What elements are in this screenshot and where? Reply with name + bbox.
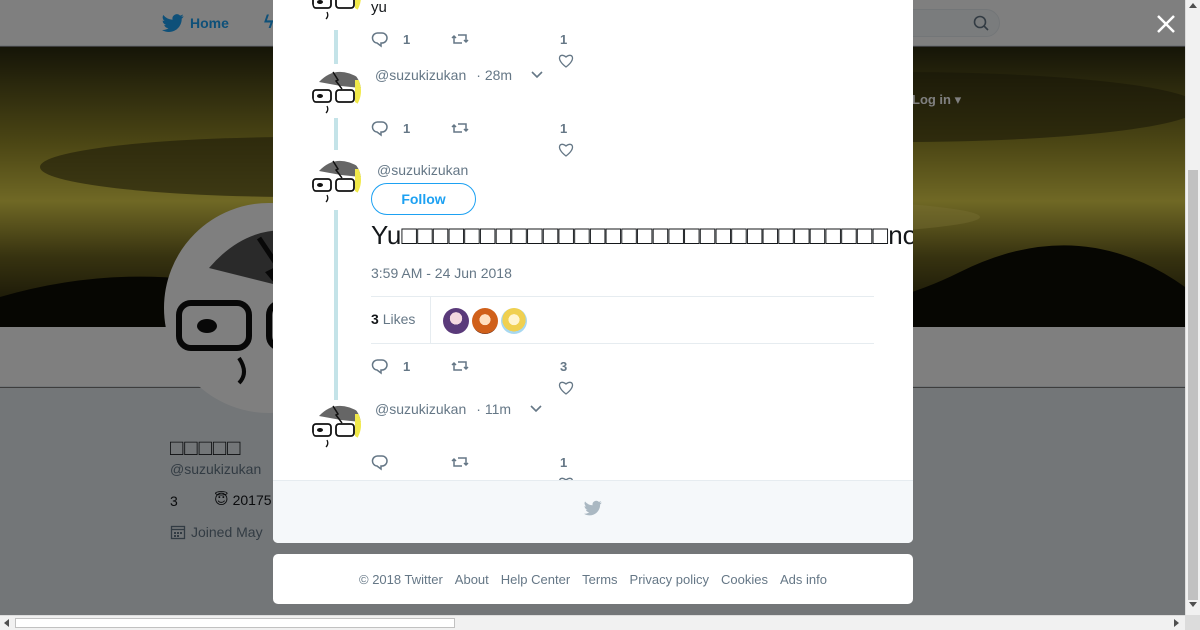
scrollbar-corner	[1185, 615, 1200, 630]
tweet-handle[interactable]: @suzukizukan	[375, 401, 466, 417]
retweet-icon	[451, 123, 469, 133]
liker-avatar[interactable]	[501, 308, 527, 334]
tweet-handle[interactable]: @suzukizukan	[377, 162, 468, 178]
reply-button[interactable]: 1	[371, 119, 410, 137]
tweet-time[interactable]: · 28m	[476, 67, 512, 83]
tweet-actions: 1	[371, 453, 591, 491]
tweet-handle[interactable]: @suzukizukan	[375, 67, 466, 83]
footer-link-privacy[interactable]: Privacy policy	[630, 572, 709, 587]
horizontal-scrollbar[interactable]	[0, 615, 1185, 630]
tweet-actions: 1 3	[371, 357, 591, 395]
tweet-actions: 1 1	[371, 30, 591, 68]
scrollbar-thumb[interactable]	[1188, 170, 1198, 600]
scroll-right-icon[interactable]	[1174, 619, 1179, 627]
vertical-scrollbar[interactable]	[1185, 0, 1200, 615]
tweet-thread-modal: yu 1 1 @suzukizukan · 28m 1 1 @suzukizuk…	[273, 0, 913, 543]
tweet-text: Yu□□□□□□□□□□□□□□□□□□□□□□□□□□□□□□□note□□□…	[371, 220, 913, 250]
tweet-header: @suzukizukan	[377, 162, 468, 178]
like-count[interactable]: 1	[560, 121, 567, 136]
retweet-button[interactable]	[451, 30, 469, 48]
modal-footer	[273, 480, 913, 543]
retweet-button[interactable]	[451, 453, 469, 471]
tweet-time[interactable]: · 11m	[476, 401, 511, 417]
retweet-icon	[451, 457, 469, 467]
site-footer: © 2018 Twitter About Help Center Terms P…	[273, 554, 913, 604]
tweet-header: @suzukizukan · 28m	[375, 67, 544, 83]
heart-icon[interactable]	[558, 54, 574, 68]
reply-icon	[371, 359, 388, 375]
follow-button[interactable]: Follow	[371, 183, 476, 215]
retweet-button[interactable]	[451, 119, 469, 137]
tweet-header: @suzukizukan · 11m	[375, 401, 543, 417]
footer-link-ads-info[interactable]: Ads info	[780, 572, 827, 587]
scroll-down-icon[interactable]	[1189, 602, 1197, 607]
like-count[interactable]: 1	[560, 32, 567, 47]
avatar[interactable]	[311, 400, 361, 450]
close-icon[interactable]	[1154, 12, 1178, 36]
twitter-bird-icon	[584, 500, 602, 516]
tweet-text: yu	[371, 0, 387, 16]
reply-icon	[371, 32, 388, 48]
retweet-icon	[451, 361, 469, 371]
like-count[interactable]: 3	[560, 359, 567, 374]
scroll-left-icon[interactable]	[4, 619, 9, 627]
reply-button[interactable]: 1	[371, 357, 410, 375]
footer-link-terms[interactable]: Terms	[582, 572, 617, 587]
reply-icon	[371, 121, 388, 137]
footer-copyright: © 2018 Twitter	[359, 571, 443, 587]
scrollbar-thumb[interactable]	[15, 618, 455, 628]
tweet-date[interactable]: 3:59 AM - 24 Jun 2018	[371, 265, 512, 281]
retweet-icon	[451, 34, 469, 44]
retweet-button[interactable]	[451, 357, 469, 375]
liker-avatar[interactable]	[443, 308, 469, 334]
scroll-up-icon[interactable]	[1189, 3, 1197, 8]
divider	[430, 297, 431, 343]
footer-link-about[interactable]: About	[455, 572, 489, 587]
liker-avatar[interactable]	[472, 308, 498, 334]
avatar[interactable]	[311, 66, 361, 116]
reply-button[interactable]: 1	[371, 30, 410, 48]
heart-icon[interactable]	[558, 143, 574, 157]
heart-icon[interactable]	[558, 381, 574, 395]
thread-line	[334, 210, 338, 400]
reply-icon	[371, 455, 388, 471]
thread-line	[334, 118, 338, 150]
likes-count[interactable]: 3 Likes	[371, 311, 415, 327]
footer-link-cookies[interactable]: Cookies	[721, 572, 768, 587]
chevron-down-icon[interactable]	[529, 404, 543, 414]
likes-summary: 3 Likes	[371, 296, 874, 344]
tweet-actions: 1 1	[371, 119, 591, 157]
chevron-down-icon[interactable]	[530, 70, 544, 80]
thread-line	[334, 30, 338, 64]
footer-link-help-center[interactable]: Help Center	[501, 572, 570, 587]
avatar[interactable]	[311, 0, 361, 22]
like-count[interactable]: 1	[560, 455, 567, 470]
reply-button[interactable]	[371, 453, 389, 471]
avatar[interactable]	[311, 155, 361, 205]
